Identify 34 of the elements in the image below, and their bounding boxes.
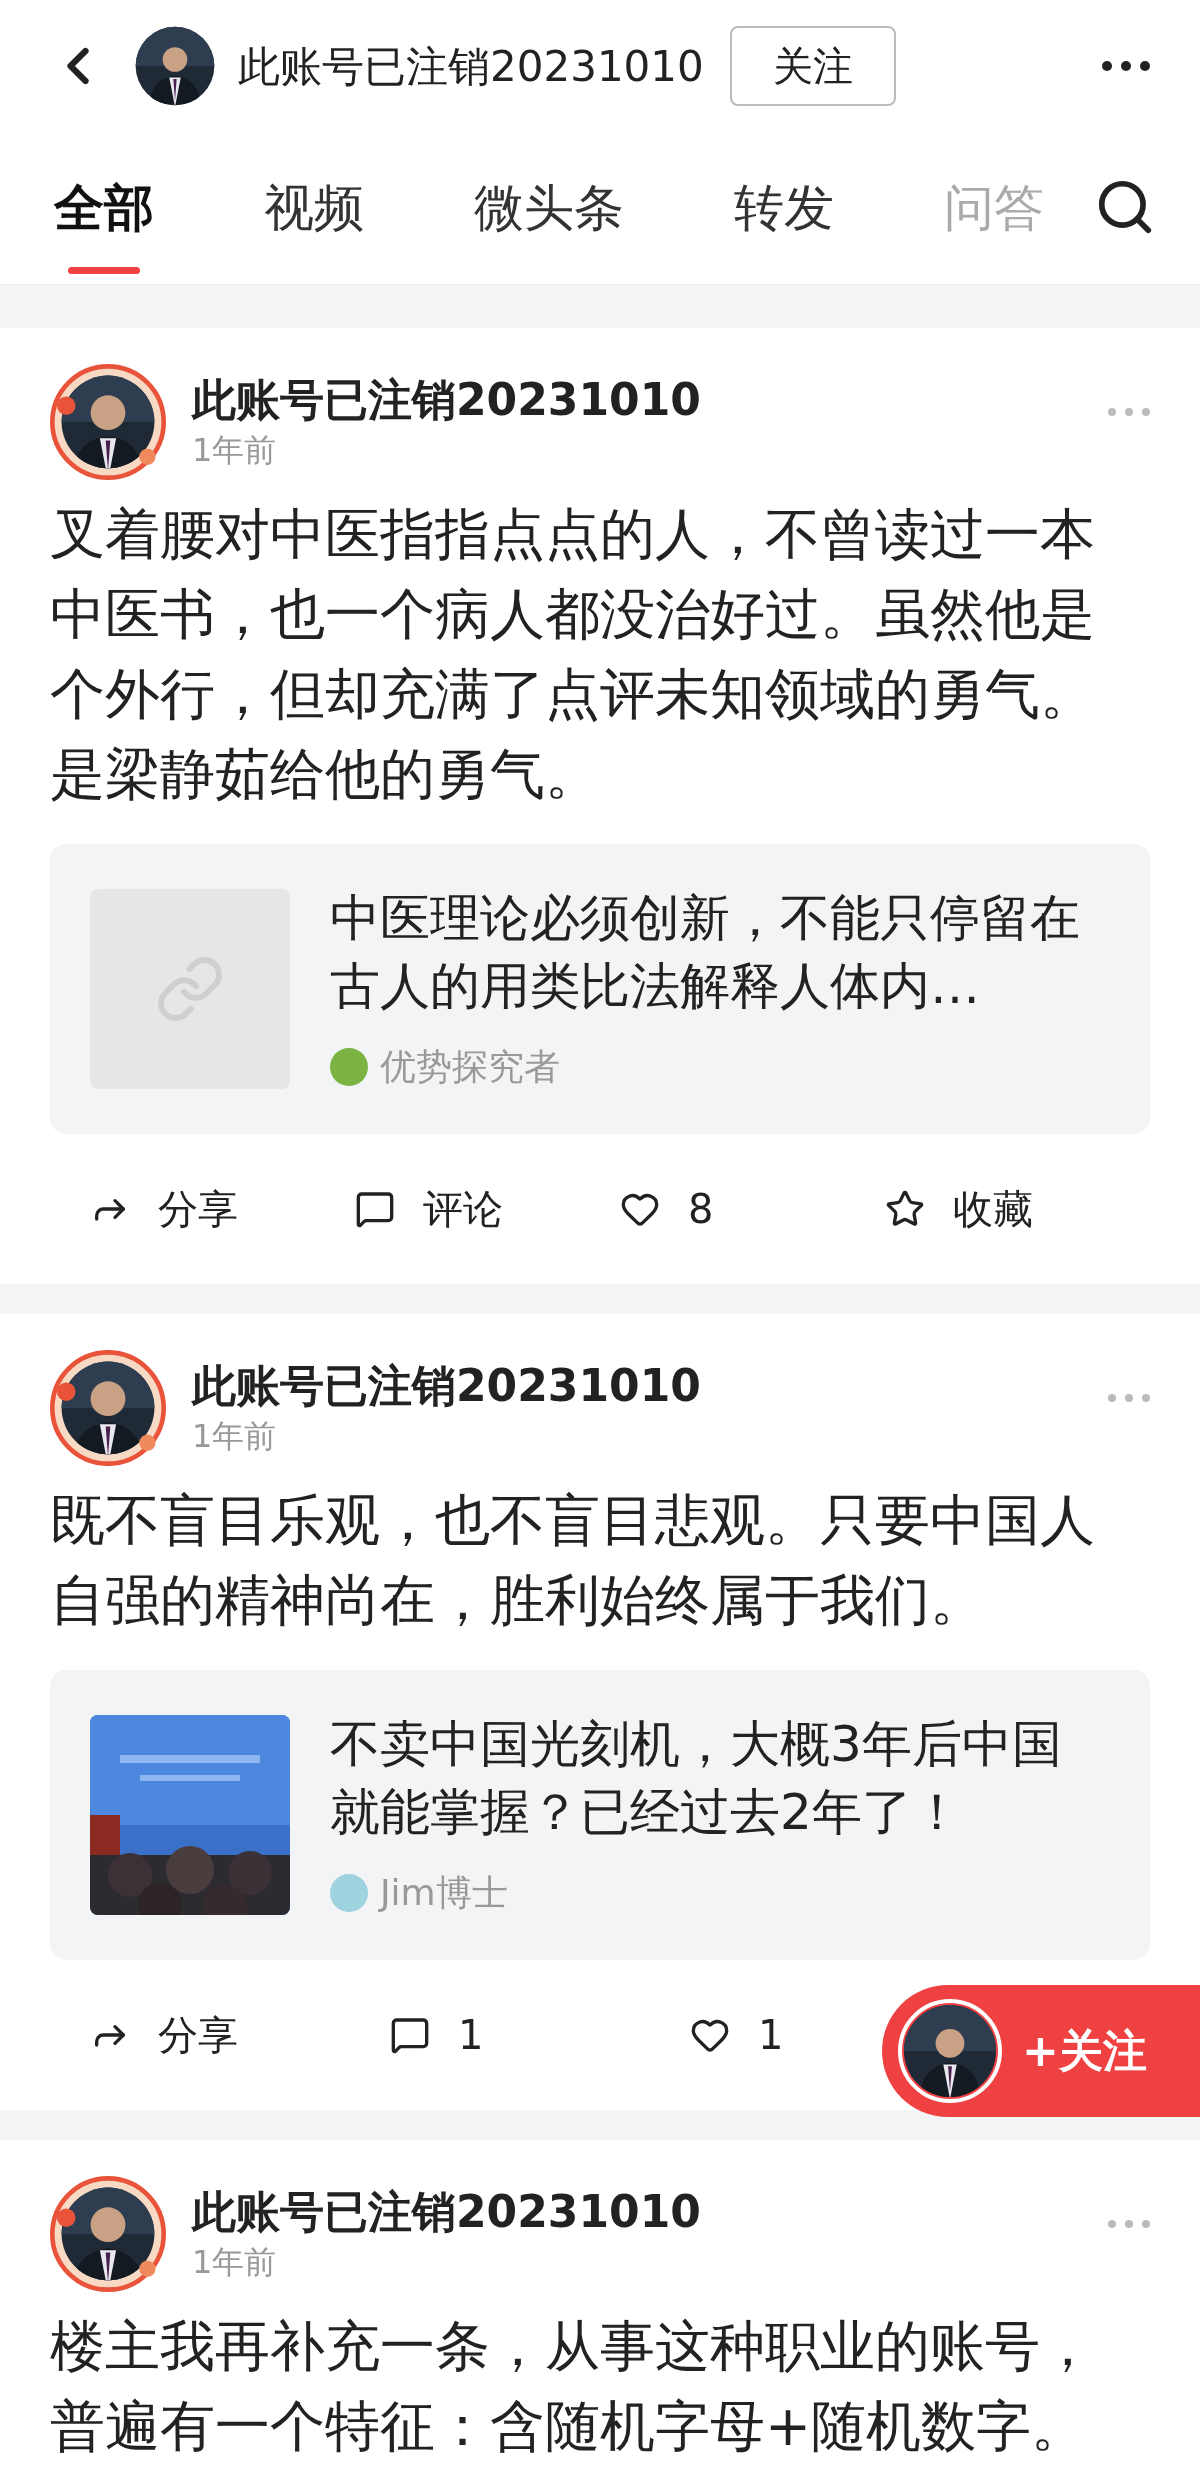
post-time: 1年前 <box>192 430 278 471</box>
link-title: 不卖中国光刻机，大概3年后中国就能掌握？已经过去2年了！ <box>330 1714 1063 1843</box>
tab[interactable]: 转发 <box>734 132 834 284</box>
author-name: 此账号已注销20231010 <box>192 1359 701 1413</box>
comment-icon <box>390 2015 430 2055</box>
share-button[interactable]: 分享 <box>90 2005 238 2065</box>
like-button[interactable]: 8 <box>620 1179 714 1239</box>
comment-icon <box>355 1189 395 1229</box>
favorite-button[interactable]: 收藏 <box>885 1179 1033 1239</box>
follow-button[interactable]: 关注 <box>729 26 896 106</box>
like-button[interactable]: 1 <box>690 2005 784 2065</box>
share-button[interactable]: 分享 <box>90 1179 238 1239</box>
post-time: 1年前 <box>192 1416 278 1457</box>
post-text: 既不盲目乐观，也不盲目悲观。只要中国人自强的精神尚在，胜利始终属于我们。 <box>50 1487 1096 1634</box>
more-icon <box>1102 61 1150 71</box>
tab[interactable]: 视频 <box>264 132 364 284</box>
link-card[interactable]: 中医理论必须创新，不能只停留在古人的用类比法解释人体内… 优势探究者 <box>50 844 1150 1134</box>
post-text: 叉着腰对中医指指点点的人，不曾读过一本中医书，也一个病人都没治好过。虽然他是个外行，但却充满了点评未知领域的勇气。是梁静茹给他的勇气。 <box>50 501 1096 808</box>
star-icon <box>885 1189 925 1229</box>
tab[interactable]: 微头条 <box>474 132 624 284</box>
post-time: 1年前 <box>192 2242 278 2283</box>
author-name: 此账号已注销20231010 <box>192 2185 701 2239</box>
post-text: 楼主我再补充一条，从事这种职业的账号，普遍有一个特征：含随机字母+随机数字。 <box>50 2313 1096 2460</box>
link-title: 中医理论必须创新，不能只停留在古人的用类比法解释人体内… <box>330 888 1081 1017</box>
account-name: 此账号已注销20231010 <box>238 40 704 93</box>
author-name: 此账号已注销20231010 <box>192 373 701 427</box>
source-name: 优势探究者 <box>380 1045 560 1089</box>
floating-follow-button[interactable]: +关注 <box>882 1985 1200 2117</box>
comment-button[interactable]: 评论 <box>355 1179 503 1239</box>
link-card[interactable]: 不卖中国光刻机，大概3年后中国就能掌握？已经过去2年了！ Jim博士 <box>50 1670 1150 1960</box>
source-name: Jim博士 <box>380 1871 508 1915</box>
comment-button[interactable]: 1 <box>390 2005 484 2065</box>
more-button[interactable] <box>1102 61 1150 71</box>
tab[interactable]: 全部 <box>54 132 154 284</box>
